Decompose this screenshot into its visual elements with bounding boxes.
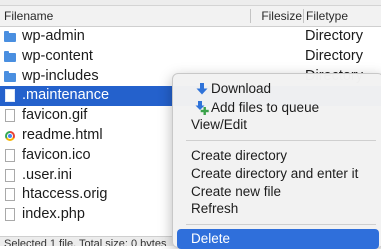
file-name: readme.html — [22, 126, 103, 143]
menu-separator — [186, 140, 376, 141]
folder-icon — [4, 70, 16, 82]
file-name: wp-content — [22, 47, 93, 64]
menu-item-label: Create directory and enter it — [191, 166, 359, 181]
folder-icon — [4, 50, 16, 62]
file-icon — [5, 168, 15, 182]
folder-icon — [4, 31, 16, 42]
file-row-wp-content[interactable]: wp-content Directory — [0, 47, 381, 67]
menu-item-create-directory[interactable]: Create directory — [177, 146, 379, 166]
column-divider[interactable] — [303, 9, 304, 23]
menu-item-delete[interactable]: Delete — [177, 229, 379, 249]
file-icon — [5, 188, 15, 202]
column-header: Filename Filesize Filetype — [0, 6, 381, 27]
file-icon — [5, 208, 15, 222]
menu-item-refresh[interactable]: Refresh — [177, 199, 379, 219]
file-name: favicon.gif — [22, 107, 88, 124]
file-type: Directory — [305, 28, 364, 44]
file-name: .maintenance — [22, 87, 110, 104]
download-arrow-icon — [196, 83, 208, 95]
file-icon — [5, 89, 15, 103]
menu-item-label: Add files to queue — [211, 100, 320, 115]
menu-item-download[interactable]: Download — [177, 79, 379, 99]
file-name: htaccess.orig — [22, 186, 108, 203]
html-file-icon — [5, 130, 15, 141]
column-filesize[interactable]: Filesize — [254, 6, 302, 26]
column-divider[interactable] — [250, 9, 251, 23]
menu-item-label: Download — [211, 81, 272, 96]
file-name: wp-includes — [22, 67, 99, 84]
context-menu: Download Add files to queue View/Edit Cr… — [172, 73, 381, 249]
column-filename[interactable]: Filename — [4, 6, 53, 26]
menu-item-label: Create new file — [191, 184, 282, 199]
menu-separator — [186, 224, 376, 225]
menu-item-label: Refresh — [191, 201, 239, 216]
file-row-wp-admin[interactable]: wp-admin Directory — [0, 27, 381, 47]
file-name: favicon.ico — [22, 146, 91, 163]
file-name: .user.ini — [22, 166, 72, 183]
add-queue-icon — [195, 101, 209, 115]
menu-item-label: View/Edit — [191, 117, 248, 132]
file-name: index.php — [22, 206, 85, 223]
status-text: Selected 1 file. Total size: 0 bytes — [4, 238, 167, 246]
file-icon — [5, 148, 15, 162]
menu-item-create-directory-enter[interactable]: Create directory and enter it — [177, 164, 379, 184]
menu-item-view-edit[interactable]: View/Edit — [177, 115, 379, 135]
menu-item-label: Delete — [191, 231, 231, 246]
file-name: wp-admin — [22, 28, 85, 44]
column-filetype[interactable]: Filetype — [306, 6, 348, 26]
menu-item-label: Create directory — [191, 148, 288, 163]
file-type: Directory — [305, 47, 364, 64]
file-icon — [5, 109, 15, 123]
